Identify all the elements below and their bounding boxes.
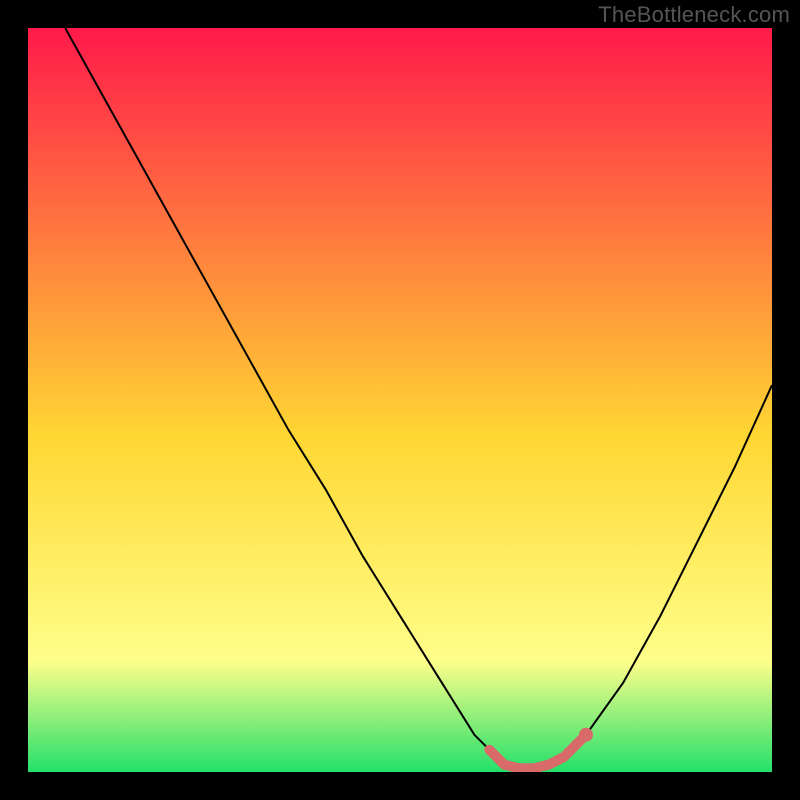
gradient-background (28, 28, 772, 772)
chart-container: TheBottleneck.com (0, 0, 800, 800)
marker-end-dot (579, 728, 593, 742)
plot-area (28, 28, 772, 772)
plot-svg (28, 28, 772, 772)
watermark-text: TheBottleneck.com (598, 2, 790, 28)
